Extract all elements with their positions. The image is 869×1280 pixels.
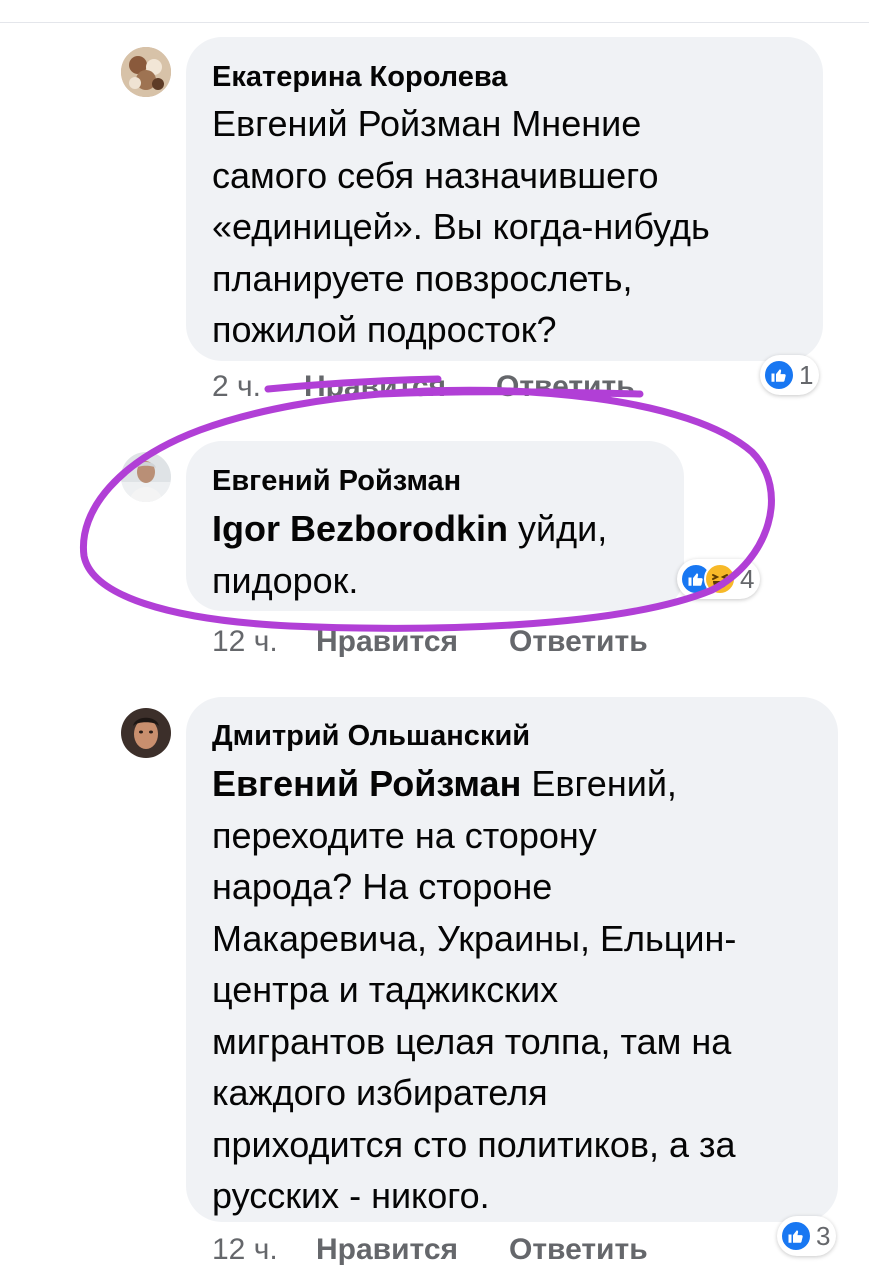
like-button-3[interactable]: Нравится xyxy=(316,1233,458,1267)
comment-3-line: народа? На стороне xyxy=(212,866,553,907)
comment-3-line: приходится сто политиков, а за xyxy=(212,1123,736,1165)
avatar-ekaterina[interactable] xyxy=(121,47,171,97)
reaction-summary-2[interactable]: 4 xyxy=(677,559,761,599)
like-icon xyxy=(780,1220,812,1252)
reaction-summary-1[interactable]: 1 xyxy=(760,355,820,395)
avatar-ekaterina-image xyxy=(121,47,171,97)
reaction-count-1: 1 xyxy=(799,359,814,390)
reaction-count-2: 4 xyxy=(740,563,755,594)
avatar-roizman-image xyxy=(121,452,171,502)
comment-1-line: самого себя назначившего xyxy=(212,154,659,196)
comment-3-line: мигрантов целая толпа, там на xyxy=(212,1020,732,1062)
comment-meta-1: 2 ч. Нравится Ответить xyxy=(212,370,712,404)
like-icon xyxy=(763,359,795,391)
comment-3-line: каждого избирателя xyxy=(212,1072,548,1113)
avatar-olshansky[interactable] xyxy=(121,708,171,758)
mention-link[interactable]: Igor Bezborodkin xyxy=(212,508,508,549)
reply-button-1[interactable]: Ответить xyxy=(496,370,635,404)
comment-1-line: Евгений Ройзман Мнение xyxy=(212,103,642,144)
comment-time-3[interactable]: 12 ч. xyxy=(212,1233,278,1267)
comment-1-line: «единицей». Вы когда-нибудь xyxy=(212,206,710,247)
comment-3-line: переходите на сторону xyxy=(212,814,597,856)
like-button-2[interactable]: Нравится xyxy=(316,625,458,659)
comment-3-first-rest: Евгений, xyxy=(521,763,677,804)
comment-1-line: пожилой подросток? xyxy=(212,309,557,350)
reply-button-3[interactable]: Ответить xyxy=(509,1233,648,1267)
comment-meta-2: 12 ч. Нравится Ответить xyxy=(212,625,712,659)
comment-meta-3: 12 ч. Нравится Ответить xyxy=(212,1233,712,1267)
comment-3-line-first: Евгений Ройзман Евгений, xyxy=(212,758,736,810)
comment-author-3[interactable]: Дмитрий Ольшанский xyxy=(212,719,530,753)
comment-author-1[interactable]: Екатерина Королева xyxy=(212,60,507,94)
comment-2-line-first: Igor Bezborodkin уйди, xyxy=(212,503,607,555)
comment-3-line: Макаревича, Украины, Ельцин- xyxy=(212,917,737,959)
like-button-1[interactable]: Нравится xyxy=(304,370,446,404)
top-divider xyxy=(0,22,869,23)
reaction-count-3: 3 xyxy=(816,1220,831,1251)
comment-2-line: пидорок. xyxy=(212,559,359,601)
comment-time-1[interactable]: 2 ч. xyxy=(212,370,261,404)
avatar-olshansky-image xyxy=(121,708,171,758)
comment-3-line: русских - никого. xyxy=(212,1175,490,1216)
comment-text-2: Igor Bezborodkin уйди, пидорок. xyxy=(212,503,607,606)
comment-time-2[interactable]: 12 ч. xyxy=(212,625,278,659)
mention-link[interactable]: Евгений Ройзман xyxy=(212,763,521,804)
reply-button-2[interactable]: Ответить xyxy=(509,625,648,659)
comment-text-3: Евгений Ройзман Евгений, переходите на с… xyxy=(212,758,736,1222)
comment-text-1: Евгений Ройзман Мнение самого себя назна… xyxy=(212,98,710,356)
avatar-roizman[interactable] xyxy=(121,452,171,502)
comment-1-line: планируете повзрослеть, xyxy=(212,257,633,299)
haha-icon xyxy=(704,563,736,595)
comment-2-first-rest: уйди, xyxy=(508,508,608,549)
comment-3-line: центра и таджикских xyxy=(212,969,559,1010)
reaction-summary-3[interactable]: 3 xyxy=(777,1216,837,1256)
comment-author-2[interactable]: Евгений Ройзман xyxy=(212,464,461,498)
